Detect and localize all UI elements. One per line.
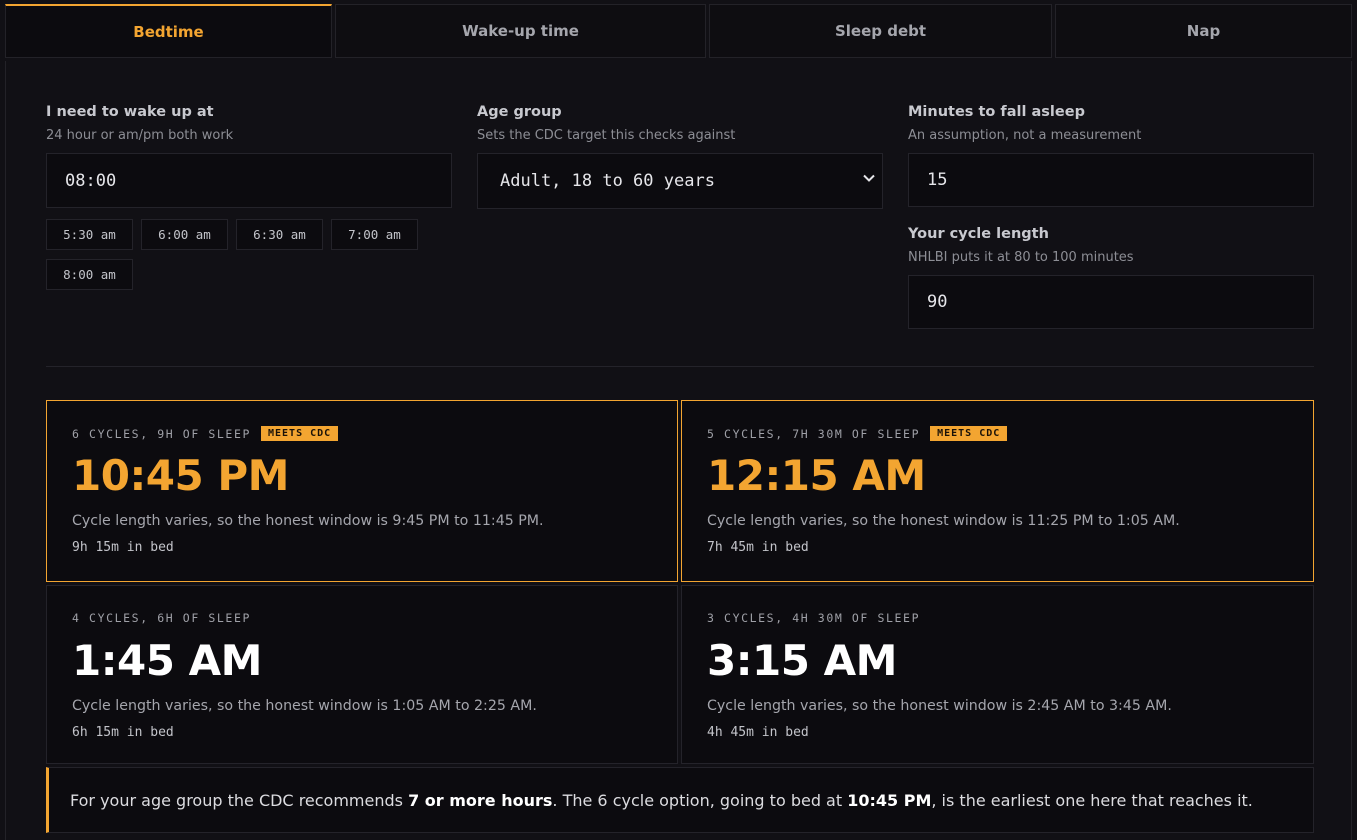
bedtime-value: 3:15 AM: [707, 636, 897, 685]
bedtime-value: 10:45 PM: [72, 451, 289, 500]
age-group-select[interactable]: Adult, 18 to 60 years: [477, 153, 883, 209]
note-recommended-hours: 7 or more hours: [408, 790, 553, 810]
fall-asleep-value: 15: [927, 170, 948, 190]
result-card: 4 CYCLES, 6H OF SLEEP 1:45 AM Cycle leng…: [46, 585, 678, 764]
result-card: 3 CYCLES, 4H 30M OF SLEEP 3:15 AM Cycle …: [681, 585, 1314, 764]
note-text: , is the earliest one here that reaches …: [931, 790, 1253, 810]
age-group-value: Adult, 18 to 60 years: [500, 171, 715, 191]
note-bedtime: 10:45 PM: [847, 790, 932, 810]
preset-700am-button[interactable]: 7:00 am: [331, 219, 418, 250]
cycle-length-label: Your cycle length: [908, 226, 1049, 242]
preset-630am-button[interactable]: 6:30 am: [236, 219, 323, 250]
wake-time-value: 08:00: [65, 170, 117, 191]
wake-label: I need to wake up at: [46, 104, 214, 120]
note-text: . The 6 cycle option, going to bed at: [552, 790, 848, 810]
card-cycles: 5 CYCLES, 7H 30M OF SLEEP: [707, 426, 921, 441]
wake-time-input[interactable]: 08:00: [46, 153, 452, 208]
tab-wake-up-time[interactable]: Wake-up time: [335, 4, 706, 58]
card-header: 6 CYCLES, 9H OF SLEEP MEETS CDC: [72, 426, 339, 441]
card-cycles: 6 CYCLES, 9H OF SLEEP: [72, 426, 251, 441]
bedtime-value: 12:15 AM: [707, 451, 926, 500]
tab-bedtime[interactable]: Bedtime: [5, 4, 332, 58]
card-header: 3 CYCLES, 4H 30M OF SLEEP: [707, 611, 920, 625]
honest-window: Cycle length varies, so the honest windo…: [707, 513, 1180, 529]
time-in-bed: 7h 45m in bed: [707, 540, 809, 555]
note-text: For your age group the CDC recommends: [70, 790, 409, 810]
tab-bar: Bedtime Wake-up time Sleep debt Nap: [5, 4, 1352, 58]
age-hint: Sets the CDC target this checks against: [477, 128, 736, 143]
honest-window: Cycle length varies, so the honest windo…: [72, 698, 537, 714]
preset-530am-button[interactable]: 5:30 am: [46, 219, 133, 250]
honest-window: Cycle length varies, so the honest windo…: [72, 513, 544, 529]
cycle-length-hint: NHLBI puts it at 80 to 100 minutes: [908, 250, 1134, 265]
cycle-length-input[interactable]: 90: [908, 275, 1314, 329]
time-in-bed: 6h 15m in bed: [72, 725, 174, 740]
card-cycles: 3 CYCLES, 4H 30M OF SLEEP: [707, 611, 921, 625]
tab-nap[interactable]: Nap: [1055, 4, 1352, 58]
section-divider: [46, 366, 1314, 367]
bedtime-value: 1:45 AM: [72, 636, 262, 685]
cycle-length-value: 90: [927, 292, 948, 312]
fall-asleep-label: Minutes to fall asleep: [908, 104, 1085, 120]
preset-600am-button[interactable]: 6:00 am: [141, 219, 228, 250]
cdc-recommendation-note: For your age group the CDC recommends 7 …: [46, 767, 1314, 833]
fall-asleep-hint: An assumption, not a measurement: [908, 128, 1142, 143]
chevron-down-icon: [863, 174, 875, 182]
result-card: 5 CYCLES, 7H 30M OF SLEEP MEETS CDC 12:1…: [681, 400, 1314, 582]
time-in-bed: 4h 45m in bed: [707, 725, 809, 740]
card-header: 5 CYCLES, 7H 30M OF SLEEP MEETS CDC: [707, 426, 1008, 441]
wake-hint: 24 hour or am/pm both work: [46, 128, 234, 143]
meets-cdc-badge: MEETS CDC: [261, 426, 339, 441]
card-cycles: 4 CYCLES, 6H OF SLEEP: [72, 611, 251, 625]
preset-800am-button[interactable]: 8:00 am: [46, 259, 133, 290]
tab-sleep-debt[interactable]: Sleep debt: [709, 4, 1052, 58]
time-in-bed: 9h 15m in bed: [72, 540, 174, 555]
result-card: 6 CYCLES, 9H OF SLEEP MEETS CDC 10:45 PM…: [46, 400, 678, 582]
meets-cdc-badge: MEETS CDC: [930, 426, 1008, 441]
card-header: 4 CYCLES, 6H OF SLEEP: [72, 611, 251, 625]
fall-asleep-input[interactable]: 15: [908, 153, 1314, 207]
honest-window: Cycle length varies, so the honest windo…: [707, 698, 1172, 714]
age-label: Age group: [477, 104, 562, 120]
bedtime-panel: I need to wake up at 24 hour or am/pm bo…: [5, 61, 1352, 840]
